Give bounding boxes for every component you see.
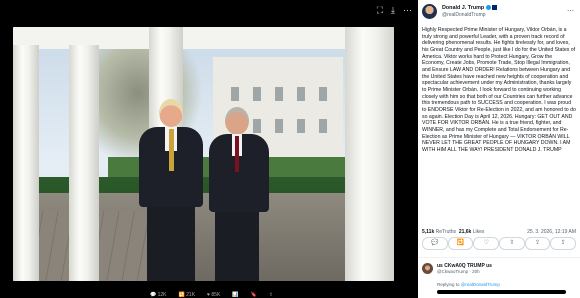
collapse-icon[interactable]: ⛶ [377,6,383,15]
more-options-icon[interactable]: ⋯ [567,7,574,15]
share-icon[interactable]: ⇧ [269,292,273,298]
upload-button[interactable]: ⇪ [524,237,551,250]
post-stats: 5,11k ReTruths 21,6k Likes 25. 3. 2026, … [422,229,576,235]
download-icon[interactable]: ⤓ [391,6,395,15]
replying-to: Replying to @realDonaldTrump [437,282,500,287]
post-header: Donald J. Trump @realDonaldTrump ⋯ [422,4,576,20]
reply-item[interactable]: us CKwA0Q TRUMP us @CkwaoTrump · 20h Rep… [422,263,576,294]
export-button[interactable]: ⇪ [550,237,577,250]
person-right [203,107,275,281]
stats-icon[interactable]: 📊 [232,292,238,298]
reply-media-preview[interactable] [437,290,566,294]
bookmark-icon[interactable]: 🔖 [251,292,257,298]
retruth-count[interactable]: 🔁 21K [179,292,196,298]
post-panel: Donald J. Trump @realDonaldTrump ⋯ Highl… [418,0,580,298]
post-actions: 💬 🔁 ♡ ⇧ ⇪ ⇪ [422,237,577,250]
like-count[interactable]: ♥ 85K [207,292,220,298]
post-date: 25. 3. 2026, 12:19 AM [527,229,576,235]
author-handle[interactable]: @realDonaldTrump [442,12,486,18]
retruth-button[interactable]: 🔁 [447,237,474,250]
media-viewer: ⛶ ⤓ ⋯ 💬 12K 🔁 21K ♥ 85K 📊 🔖 ⇧ [0,0,418,298]
author-name[interactable]: Donald J. Trump [442,5,498,11]
post-photo [13,27,394,281]
flag-icon [492,5,498,11]
media-stats-bar: 💬 12K 🔁 21K ♥ 85K 📊 🔖 ⇧ [150,292,273,298]
reply-button[interactable]: 💬 [422,237,448,250]
post-text: Highly Respected Prime Minister of Hunga… [422,27,576,153]
avatar[interactable] [422,4,437,19]
reply-avatar[interactable] [422,263,433,274]
divider [418,257,580,258]
share-button[interactable]: ⇧ [499,237,525,250]
likes-count[interactable]: 21,6k [459,229,472,235]
verified-badge-icon [486,5,492,11]
more-icon[interactable]: ⋯ [403,6,412,15]
media-toolbar: ⛶ ⤓ ⋯ [377,6,412,15]
person-left [131,99,211,281]
like-button[interactable]: ♡ [473,237,500,250]
replying-to-handle[interactable]: @realDonaldTrump [461,282,500,287]
retruths-count[interactable]: 5,11k [422,229,434,235]
reply-author-handle[interactable]: @CkwaoTrump · 20h [437,269,480,274]
reply-count[interactable]: 💬 12K [150,292,167,298]
